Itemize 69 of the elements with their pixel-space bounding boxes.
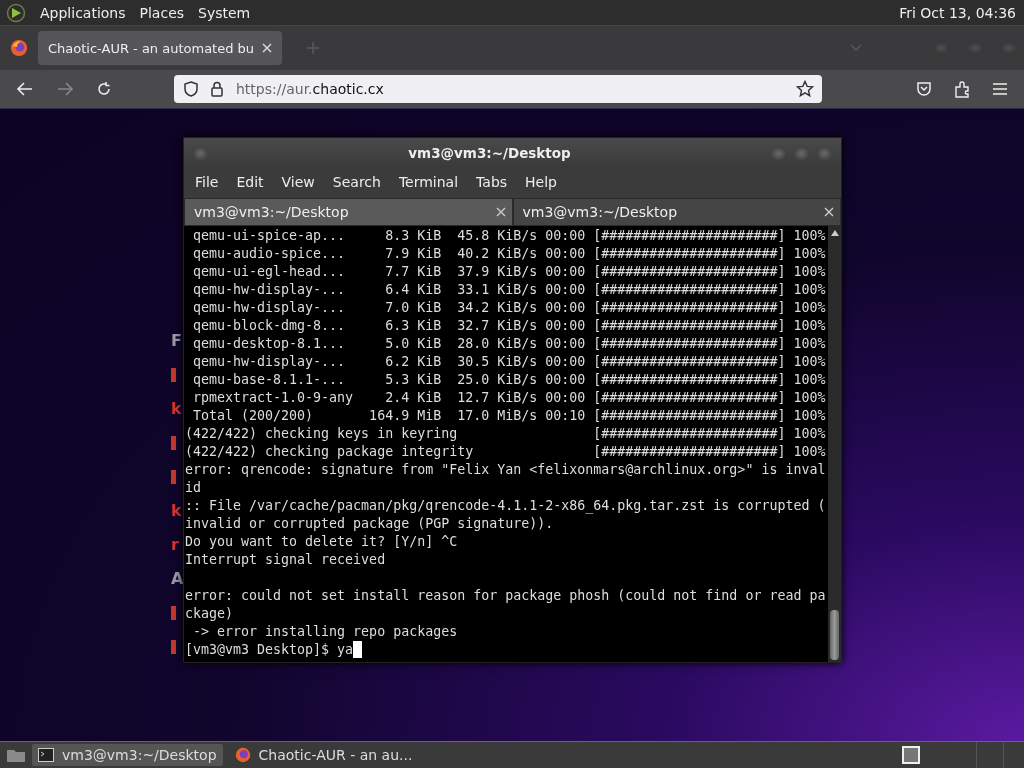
panel-menu[interactable]: System xyxy=(198,4,251,21)
menu-item[interactable]: View xyxy=(272,174,324,190)
terminal-line: (422/422) checking keys in keyring [######################] 100% xyxy=(185,425,827,443)
terminal-line: qemu-block-dmg-8... 6.3 KiB 32.7 KiB/s 00:00 [######################] 100% xyxy=(192,317,827,335)
text-fragment: k xyxy=(171,501,182,521)
pocket-icon[interactable] xyxy=(916,81,932,97)
terminal-tab[interactable]: vm3@vm3:~/Desktop xyxy=(512,198,841,226)
terminal-line: qemu-hw-display-... 6.2 KiB 30.5 KiB/s 00:00 [######################] 100% xyxy=(192,353,827,371)
close-icon[interactable] xyxy=(495,207,506,217)
terminal-icon xyxy=(38,748,54,762)
terminal-line: id xyxy=(185,479,202,497)
menu-item[interactable]: Edit xyxy=(227,174,273,190)
reload-icon[interactable] xyxy=(96,81,112,97)
close-icon[interactable] xyxy=(262,43,273,53)
taskbar-button[interactable]: Chaotic-AUR - an au... xyxy=(228,744,419,766)
play-logo-icon[interactable] xyxy=(6,2,26,23)
panel-menu[interactable]: Applications xyxy=(40,4,126,21)
text-cursor xyxy=(353,641,363,658)
terminal-line: qemu-audio-spice... 7.9 KiB 40.2 KiB/s 00:00 [######################] 100% xyxy=(192,245,827,263)
text-fragment: k xyxy=(171,399,182,419)
terminal-line: error: could not set install reason for package phosh (could not find or read pa xyxy=(185,587,827,605)
terminal-line: ckage) xyxy=(185,605,235,623)
menu-item[interactable]: Search xyxy=(323,174,390,190)
folder-icon[interactable] xyxy=(6,747,26,763)
url-text: https://aur.chaotic.cx xyxy=(236,81,384,97)
menu-icon[interactable] xyxy=(992,82,1008,96)
clock[interactable]: Fri Oct 13, 04:36 xyxy=(899,4,1016,21)
browser-tab[interactable]: Chaotic-AUR - an automated bu xyxy=(38,31,283,65)
text-fragment: F xyxy=(171,331,182,351)
prompt-line: [vm3@vm3 Desktop]$ ya xyxy=(185,641,354,659)
shield-icon[interactable] xyxy=(184,81,198,97)
terminal-line: -> error installing repo packages xyxy=(192,623,459,641)
scrollbar-thumb[interactable] xyxy=(830,610,839,660)
lock-icon[interactable] xyxy=(210,81,224,97)
terminal-line: invalid or corrupted package (PGP signature)). xyxy=(185,515,555,533)
terminal-line: (422/422) checking package integrity [######################] 100% xyxy=(185,443,827,461)
browser-logo-icon xyxy=(234,747,251,763)
terminal-tab[interactable]: vm3@vm3:~/Desktop xyxy=(184,198,513,226)
terminal-line: qemu-base-8.1.1-... 5.3 KiB 25.0 KiB/s 00:00 [######################] 100% xyxy=(192,371,827,389)
terminal-line: rpmextract-1.0-9-any 2.4 KiB 12.7 KiB/s 00:00 [######################] 100% xyxy=(192,389,827,407)
terminal-line: Total (200/200) 164.9 MiB 17.0 MiB/s 00:10 [######################] 100% xyxy=(192,407,827,425)
terminal-line: qemu-ui-egl-head... 7.7 KiB 37.9 KiB/s 00:00 [######################] 100% xyxy=(192,263,827,281)
terminal-line: qemu-desktop-8.1... 5.0 KiB 28.0 KiB/s 00:00 [######################] 100% xyxy=(192,335,827,353)
address-bar[interactable]: https://aur.chaotic.cx xyxy=(174,75,822,103)
terminal-line: :: File /var/cache/pacman/pkg/qrencode-4.1.1-2-x86_64.pkg.tar.zst is corrupted ( xyxy=(185,497,827,515)
puzzle-piece-icon[interactable] xyxy=(954,80,970,98)
text-fragment: A xyxy=(171,569,184,589)
terminal-line: Do you want to delete it? [Y/n] ^C xyxy=(185,533,459,551)
scroll-up-icon[interactable] xyxy=(830,230,839,236)
terminal-line: error: qrencode: signature from "Felix Yan <felixonmars@archlinux.org>" is inval xyxy=(185,461,827,479)
window-title: vm3@vm3:~/Desktop xyxy=(407,145,572,161)
workspace-switcher[interactable] xyxy=(902,746,920,764)
terminal-line: qemu-hw-display-... 6.4 KiB 33.1 KiB/s 00:00 [######################] 100% xyxy=(192,281,827,299)
menu-item[interactable]: Help xyxy=(516,174,566,190)
browser-logo-icon[interactable] xyxy=(10,39,28,57)
text-fragment: r xyxy=(171,535,179,555)
forward-icon[interactable] xyxy=(56,81,74,97)
terminal-line: qemu-ui-spice-ap... 8.3 KiB 45.8 KiB/s 00:00 [######################] 100% xyxy=(192,227,827,245)
taskbar-button[interactable]: vm3@vm3:~/Desktop xyxy=(32,744,223,766)
panel-menu[interactable]: Places xyxy=(139,4,185,21)
star-icon[interactable] xyxy=(796,80,814,98)
menu-item[interactable]: File xyxy=(186,174,228,190)
terminal-line: Interrupt signal received xyxy=(185,551,387,569)
back-icon[interactable] xyxy=(16,81,34,97)
menu-item[interactable]: Terminal xyxy=(389,174,468,190)
scrollbar[interactable] xyxy=(828,226,841,662)
menu-item[interactable]: Tabs xyxy=(467,174,517,190)
close-icon[interactable] xyxy=(824,207,834,217)
terminal-line: qemu-hw-display-... 7.0 KiB 34.2 KiB/s 00:00 [######################] 100% xyxy=(192,299,827,317)
